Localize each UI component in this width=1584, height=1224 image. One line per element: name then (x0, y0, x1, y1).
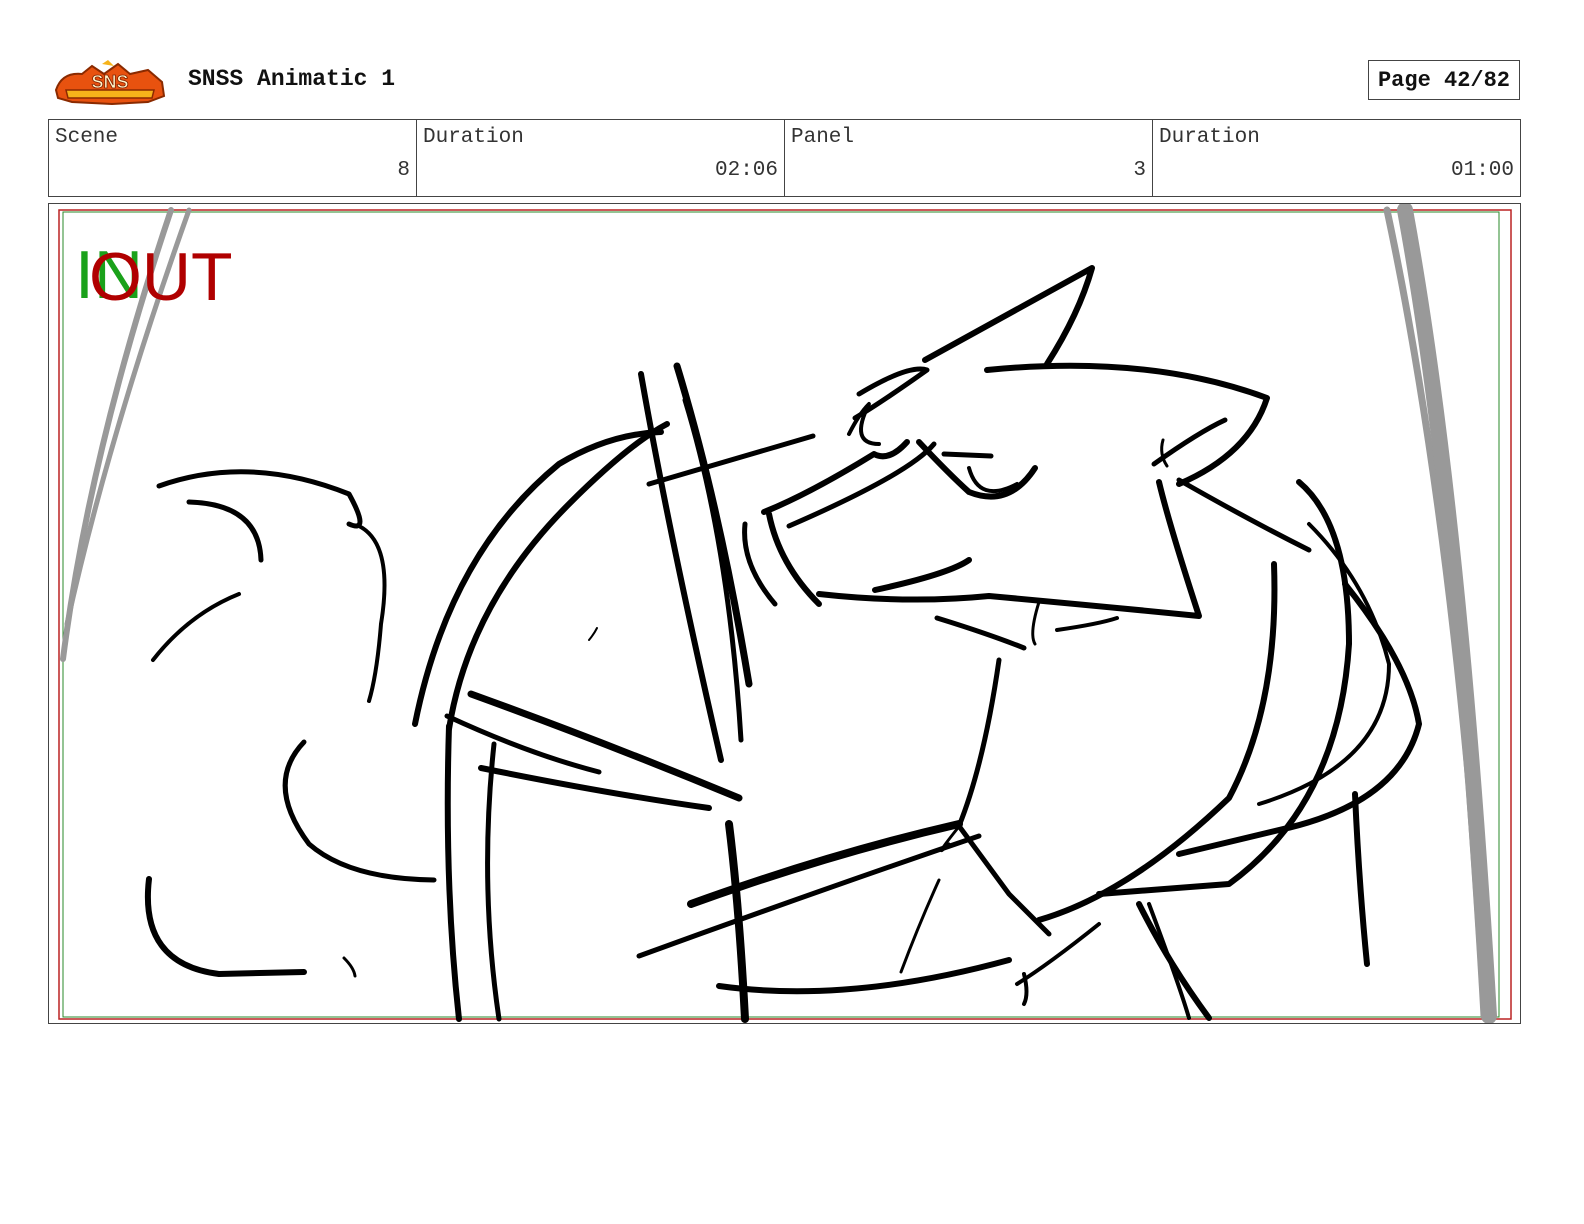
scene-duration-value: 02:06 (714, 159, 778, 182)
panel-duration-label: Duration (1159, 126, 1260, 149)
show-logo: SNS (54, 60, 166, 106)
scene-value: 8 (397, 159, 410, 182)
scene-duration-cell: Duration 02:06 (417, 120, 785, 196)
character-sketch (144, 265, 1422, 1023)
panel-label: Panel (791, 126, 855, 149)
action-safe-frame (58, 209, 1512, 1020)
storyboard-panel: IN OUT (48, 203, 1521, 1024)
document-title: SNSS Animatic 1 (188, 66, 396, 92)
out-marker: OUT (89, 239, 233, 315)
scene-info-table: Scene 8 Duration 02:06 Panel 3 Duration … (48, 119, 1521, 197)
panel-value: 3 (1133, 159, 1146, 182)
scene-label: Scene (55, 126, 119, 149)
scene-duration-label: Duration (423, 126, 524, 149)
page-number: Page 42/82 (1368, 60, 1520, 100)
panel-duration-cell: Duration 01:00 (1153, 120, 1520, 196)
panel-sketch: IN OUT (58, 204, 1512, 1023)
panel-cell: Panel 3 (785, 120, 1153, 196)
panel-duration-value: 01:00 (1450, 159, 1514, 182)
title-safe-frame (62, 211, 1500, 1018)
logo-text: SNS (91, 72, 128, 92)
scene-cell: Scene 8 (49, 120, 417, 196)
